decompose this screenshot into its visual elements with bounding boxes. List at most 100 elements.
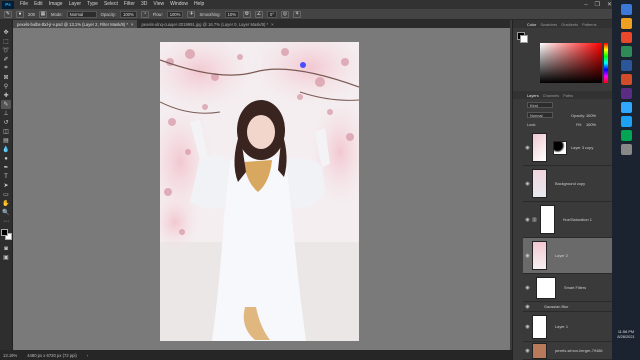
zoom-level[interactable]: 13.19% [3, 353, 17, 358]
tab-swatches[interactable]: Swatches [540, 22, 557, 27]
layer-opacity-field[interactable]: 100% [586, 113, 596, 118]
history-brush-tool-icon[interactable]: ↺ [1, 118, 11, 127]
visibility-eye-icon[interactable]: ◉ [523, 217, 532, 223]
layer-name[interactable]: Gaussian Blur [544, 304, 568, 309]
tab-document-1[interactable]: pexels-bulbs-tbd-jr-v.psd @ 13.1% (Layer… [13, 20, 138, 28]
lasso-tool-icon[interactable]: ➰ [1, 46, 11, 55]
marquee-tool-icon[interactable]: ⬚ [1, 37, 11, 46]
layer-row[interactable]: ◉ Background copy [523, 166, 613, 202]
menu-select[interactable]: Select [101, 0, 121, 9]
file-explorer-icon[interactable] [620, 18, 632, 29]
layer-row[interactable]: ◉ pexels-simon-berger-79486 [523, 342, 613, 360]
menu-3d[interactable]: 3D [138, 0, 150, 9]
color-background-chip[interactable] [520, 35, 528, 43]
smoothing-field[interactable]: 10% [224, 10, 240, 18]
twitter-app-icon[interactable] [620, 116, 632, 127]
angle-field[interactable]: 0° [267, 10, 278, 18]
dodge-tool-icon[interactable]: ● [1, 154, 11, 163]
layer-row[interactable]: ◉ Layer 1 [523, 312, 613, 342]
visibility-eye-icon[interactable]: ◉ [523, 253, 532, 259]
clone-stamp-tool-icon[interactable]: ⊥ [1, 109, 11, 118]
tab-close-icon[interactable]: × [271, 22, 273, 27]
brush-tool-icon[interactable]: ✎ [4, 10, 12, 18]
visibility-eye-icon[interactable]: ◉ [523, 145, 532, 151]
tab-paths[interactable]: Paths [563, 93, 573, 98]
premiere-app-icon[interactable] [620, 88, 632, 99]
pressure-opacity-icon[interactable]: ◔ [140, 10, 149, 18]
menu-file[interactable]: File [17, 0, 31, 9]
layer-kind-filter[interactable]: Kind [527, 102, 553, 108]
tab-document-2[interactable]: pexels-ulnq-cuaqer-2019991.jpg @ 16.7% (… [137, 20, 277, 28]
quick-select-tool-icon[interactable]: ✐ [1, 55, 11, 64]
menu-edit[interactable]: Edit [31, 0, 46, 9]
airbrush-icon[interactable]: ✈ [187, 10, 196, 18]
foreground-color-swatch[interactable] [0, 229, 8, 236]
status-arrow-icon[interactable]: › [87, 353, 88, 358]
tab-color[interactable]: Color [527, 22, 536, 27]
rectangle-tool-icon[interactable]: ▭ [1, 190, 11, 199]
layer-name[interactable]: Hue/Saturation 1 [563, 217, 592, 222]
tab-gradients[interactable]: Gradients [561, 22, 578, 27]
frame-tool-icon[interactable]: ⊠ [1, 73, 11, 82]
chrome-icon[interactable] [620, 32, 632, 43]
more-tools-icon[interactable]: ⋯ [1, 217, 11, 226]
menu-window[interactable]: Window [167, 0, 191, 9]
tab-close-icon[interactable]: × [131, 22, 133, 27]
menu-view[interactable]: View [150, 0, 167, 9]
menu-image[interactable]: Image [46, 0, 66, 9]
layer-name[interactable]: Layer 2 [555, 253, 568, 258]
layer-mask-thumbnail[interactable] [553, 140, 567, 155]
word-app-icon[interactable] [620, 60, 632, 71]
layer-mask-thumbnail[interactable] [539, 205, 555, 234]
photoshop-logo-icon[interactable]: Ps [2, 0, 14, 9]
blur-tool-icon[interactable]: 💧 [1, 145, 11, 154]
opacity-field[interactable]: 100% [120, 10, 137, 18]
smoothing-settings-icon[interactable]: ⚙ [243, 10, 252, 18]
layer-name[interactable]: pexels-simon-berger-79486 [555, 348, 603, 353]
filter-row[interactable]: ◉ Gaussian Blur [523, 302, 613, 312]
menu-layer[interactable]: Layer [66, 0, 85, 9]
layer-name[interactable]: Layer 3 copy [571, 145, 593, 150]
spreadsheet-app-icon[interactable] [620, 46, 632, 57]
pressure-size-icon[interactable]: ◎ [281, 10, 290, 18]
brush-settings-icon[interactable]: ▦ [39, 10, 47, 18]
mode-dropdown[interactable]: Normal [66, 10, 97, 18]
hand-tool-icon[interactable]: ✋ [1, 199, 11, 208]
visibility-eye-icon[interactable]: ◉ [523, 181, 532, 187]
hue-slider[interactable] [604, 43, 608, 83]
menu-help[interactable]: Help [191, 0, 207, 9]
quick-mask-icon[interactable]: ◙ [1, 244, 11, 253]
pen-tool-icon[interactable]: ✒ [1, 163, 11, 172]
minimize-button[interactable]: – [584, 2, 587, 8]
gradient-tool-icon[interactable]: ▤ [1, 136, 11, 145]
type-tool-icon[interactable]: T [1, 172, 11, 181]
layer-row[interactable]: ◉ Layer 3 copy [523, 130, 613, 166]
settings-app-icon[interactable] [620, 144, 632, 155]
visibility-eye-icon[interactable]: ◉ [523, 304, 532, 310]
move-tool-icon[interactable]: ✥ [1, 28, 11, 37]
flow-field[interactable]: 100% [166, 10, 184, 18]
visibility-eye-icon[interactable]: ◉ [523, 324, 532, 330]
tab-channels[interactable]: Channels [543, 93, 559, 98]
path-select-tool-icon[interactable]: ➤ [1, 181, 11, 190]
brush-tool-icon[interactable]: ✎ [1, 100, 11, 109]
eraser-tool-icon[interactable]: ◫ [1, 127, 11, 136]
screen-mode-icon[interactable]: ▣ [1, 253, 11, 262]
menu-type[interactable]: Type [84, 0, 101, 9]
menu-filter[interactable]: Filter [121, 0, 138, 9]
zoom-tool-icon[interactable]: 🔍 [1, 208, 11, 217]
brush-preset-picker[interactable]: ● [16, 10, 24, 18]
color-swatches[interactable] [0, 229, 12, 240]
tab-patterns[interactable]: Patterns [582, 22, 597, 27]
visibility-eye-icon[interactable]: ◉ [523, 285, 532, 291]
symmetry-icon[interactable]: ⚘ [293, 10, 302, 18]
layer-row-selected[interactable]: ◉ Layer 2 [523, 238, 613, 274]
layer-name[interactable]: Background copy [555, 181, 585, 186]
powerpoint-app-icon[interactable] [620, 74, 632, 85]
maximize-button[interactable]: ❐ [595, 1, 600, 8]
smart-filters-row[interactable]: ◉ Smart Filters [523, 274, 613, 302]
windows-start-icon[interactable] [620, 4, 632, 15]
tab-layers[interactable]: Layers [527, 93, 539, 98]
visibility-eye-icon[interactable]: ◉ [523, 348, 532, 354]
layer-name[interactable]: Smart Filters [564, 285, 586, 290]
